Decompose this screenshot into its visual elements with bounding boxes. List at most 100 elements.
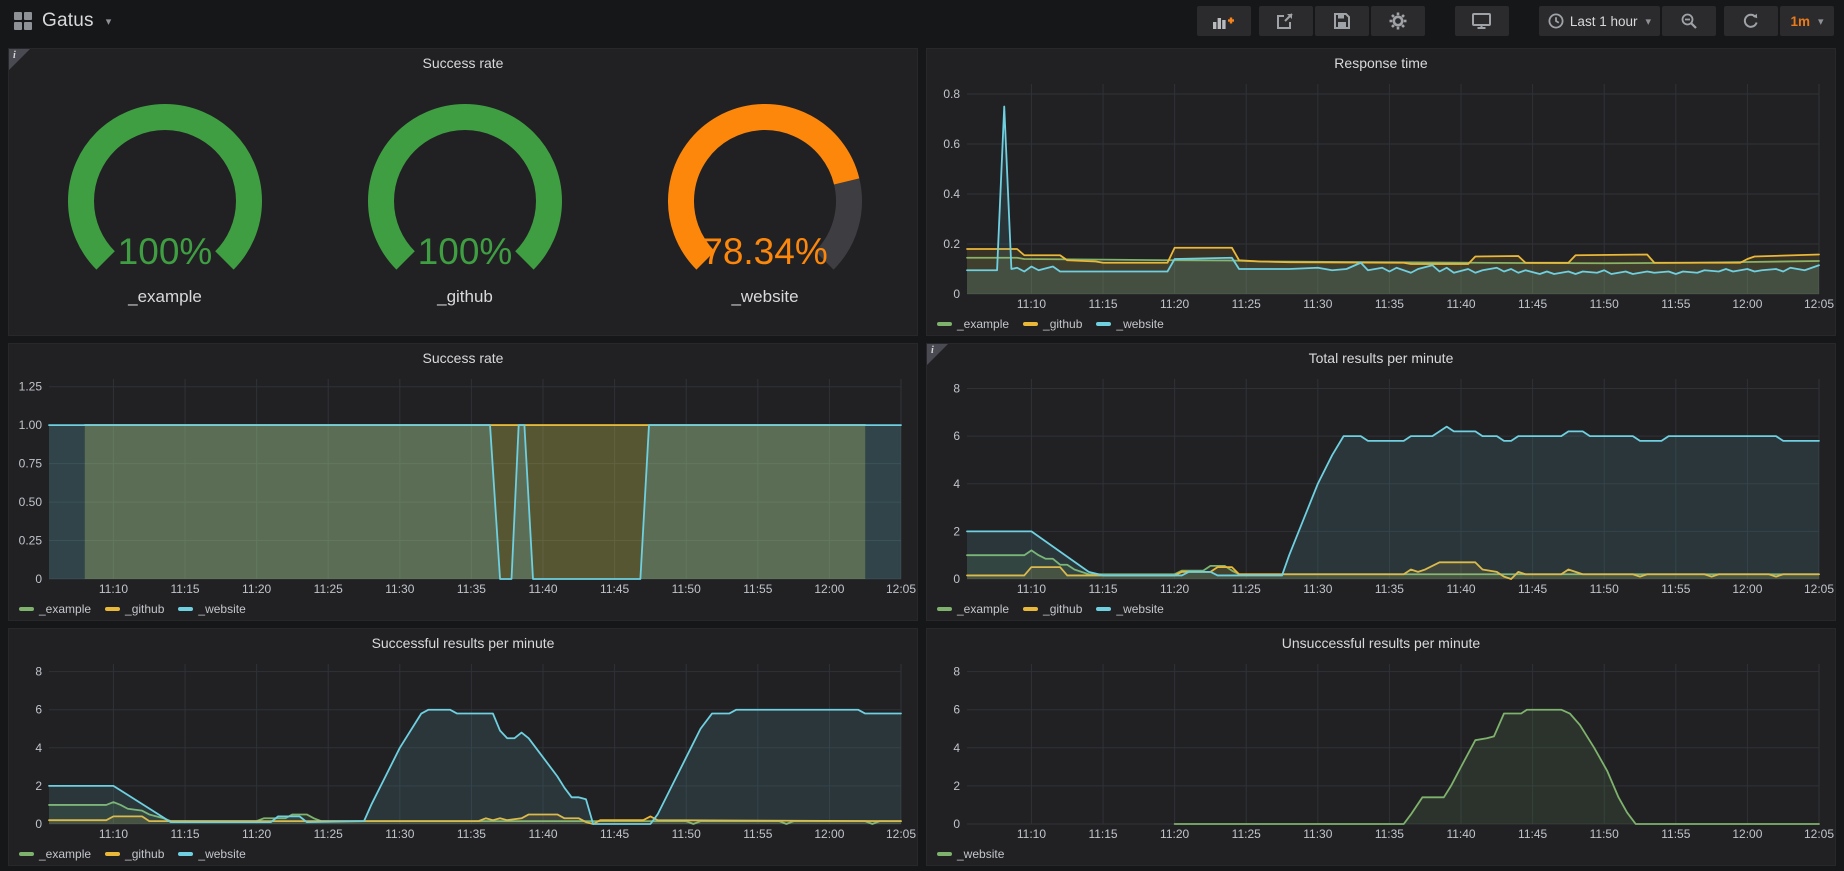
svg-text:11:45: 11:45 xyxy=(1518,582,1547,596)
refresh-interval-picker[interactable]: 1m ▾ xyxy=(1780,6,1834,36)
legend-label: _github xyxy=(1043,317,1082,331)
svg-text:11:20: 11:20 xyxy=(1160,827,1189,841)
share-icon xyxy=(1277,13,1294,29)
svg-text:11:30: 11:30 xyxy=(1303,827,1332,841)
gauge-github: 100%_github xyxy=(315,99,615,307)
panel-success-rate-graph: i Success rate 11:1011:1511:2011:2511:30… xyxy=(8,343,918,621)
add-panel-button[interactable] xyxy=(1197,6,1251,36)
svg-text:4: 4 xyxy=(35,741,42,755)
panel-title[interactable]: Unsuccessful results per minute xyxy=(927,629,1835,656)
zoom-out-icon xyxy=(1681,13,1697,29)
legend-item-example[interactable]: _example xyxy=(937,602,1009,616)
gauge-label: _website xyxy=(731,287,798,307)
svg-text:11:15: 11:15 xyxy=(1088,297,1117,311)
legend-item-website[interactable]: _website xyxy=(937,847,1004,861)
svg-text:11:50: 11:50 xyxy=(1590,827,1619,841)
legend-item-example[interactable]: _example xyxy=(937,317,1009,331)
top-navbar: Gatus ▾ xyxy=(0,0,1844,42)
svg-text:1.00: 1.00 xyxy=(19,418,43,432)
legend-label: _website xyxy=(198,602,245,616)
panel-title[interactable]: Total results per minute xyxy=(927,344,1835,371)
legend-item-github[interactable]: _github xyxy=(1023,602,1082,616)
legend-item-website[interactable]: _website xyxy=(1096,602,1163,616)
panel-title[interactable]: Success rate xyxy=(9,344,917,371)
svg-text:11:45: 11:45 xyxy=(600,582,629,596)
svg-text:12:05: 12:05 xyxy=(1804,827,1834,841)
legend-swatch xyxy=(178,852,193,856)
panel-unsuccessful-results: i Unsuccessful results per minute 11:101… xyxy=(926,628,1836,866)
legend: _example _github _website xyxy=(9,598,917,620)
panel-info-icon[interactable]: i xyxy=(9,49,30,70)
bar-chart-plus-icon xyxy=(1213,13,1234,29)
legend-swatch xyxy=(937,322,952,326)
settings-button[interactable] xyxy=(1371,6,1425,36)
svg-text:0.75: 0.75 xyxy=(19,457,43,471)
legend-item-example[interactable]: _example xyxy=(19,847,91,861)
refresh-icon xyxy=(1743,13,1759,29)
save-button[interactable] xyxy=(1315,6,1369,36)
legend-label: _website xyxy=(1116,602,1163,616)
legend-item-website[interactable]: _website xyxy=(1096,317,1163,331)
svg-text:11:35: 11:35 xyxy=(1375,582,1404,596)
svg-text:11:50: 11:50 xyxy=(1590,582,1619,596)
svg-text:11:50: 11:50 xyxy=(672,827,701,841)
dashboard-title[interactable]: Gatus xyxy=(42,10,94,32)
svg-text:11:15: 11:15 xyxy=(170,582,199,596)
svg-text:11:15: 11:15 xyxy=(170,827,199,841)
legend-label: _website xyxy=(957,847,1004,861)
legend-swatch xyxy=(1096,607,1111,611)
svg-text:0.4: 0.4 xyxy=(943,187,960,201)
svg-text:0: 0 xyxy=(35,572,42,586)
svg-text:11:45: 11:45 xyxy=(1518,297,1547,311)
legend-label: _example xyxy=(957,602,1009,616)
legend-label: _github xyxy=(125,847,164,861)
legend: _example _github _website xyxy=(927,313,1835,335)
time-series-plot[interactable]: 11:1011:1511:2011:2511:3011:3511:4011:45… xyxy=(9,371,917,598)
share-button[interactable] xyxy=(1259,6,1313,36)
svg-text:0: 0 xyxy=(35,817,42,831)
svg-text:11:20: 11:20 xyxy=(1160,582,1189,596)
legend: _example _github _website xyxy=(9,843,917,865)
zoom-out-button[interactable] xyxy=(1662,6,1716,36)
panel-successful-results: i Successful results per minute 11:1011:… xyxy=(8,628,918,866)
svg-text:11:15: 11:15 xyxy=(1088,827,1117,841)
save-icon xyxy=(1334,13,1350,29)
svg-text:11:25: 11:25 xyxy=(1232,827,1261,841)
gear-icon xyxy=(1389,12,1407,30)
legend-item-website[interactable]: _website xyxy=(178,602,245,616)
svg-text:11:35: 11:35 xyxy=(457,827,486,841)
svg-text:0: 0 xyxy=(953,287,960,301)
legend-swatch xyxy=(105,607,120,611)
svg-text:12:00: 12:00 xyxy=(1732,582,1762,596)
legend-item-github[interactable]: _github xyxy=(1023,317,1082,331)
legend-item-github[interactable]: _github xyxy=(105,847,164,861)
legend-item-example[interactable]: _example xyxy=(19,602,91,616)
time-range-label: Last 1 hour xyxy=(1570,14,1638,29)
gauge-value: 78.34% xyxy=(615,231,915,273)
legend-item-website[interactable]: _website xyxy=(178,847,245,861)
svg-text:11:10: 11:10 xyxy=(1017,582,1046,596)
svg-text:11:45: 11:45 xyxy=(1518,827,1547,841)
gauge-value: 100% xyxy=(15,231,315,273)
legend-item-github[interactable]: _github xyxy=(105,602,164,616)
time-series-plot[interactable]: 11:1011:1511:2011:2511:3011:3511:4011:45… xyxy=(927,76,1835,313)
panel-info-icon[interactable]: i xyxy=(927,344,948,365)
time-range-picker[interactable]: Last 1 hour ▾ xyxy=(1539,6,1660,36)
svg-text:11:55: 11:55 xyxy=(743,582,772,596)
chevron-down-icon: ▾ xyxy=(1818,15,1824,28)
svg-text:12:05: 12:05 xyxy=(886,582,916,596)
dashboard-grid-icon[interactable] xyxy=(14,12,32,30)
chevron-down-icon: ▾ xyxy=(106,15,112,28)
time-series-plot[interactable]: 11:1011:1511:2011:2511:3011:3511:4011:45… xyxy=(927,371,1835,598)
legend: _example _github _website xyxy=(927,598,1835,620)
svg-text:11:55: 11:55 xyxy=(743,827,772,841)
time-series-plot[interactable]: 11:1011:1511:2011:2511:3011:3511:4011:45… xyxy=(927,656,1835,843)
panel-title[interactable]: Success rate xyxy=(9,49,917,76)
svg-text:11:25: 11:25 xyxy=(314,827,343,841)
refresh-button[interactable] xyxy=(1724,6,1778,36)
time-series-plot[interactable]: 11:1011:1511:2011:2511:3011:3511:4011:45… xyxy=(9,656,917,843)
tv-mode-button[interactable] xyxy=(1455,6,1509,36)
panel-title[interactable]: Successful results per minute xyxy=(9,629,917,656)
panel-title[interactable]: Response time xyxy=(927,49,1835,76)
svg-text:0.50: 0.50 xyxy=(19,495,43,509)
